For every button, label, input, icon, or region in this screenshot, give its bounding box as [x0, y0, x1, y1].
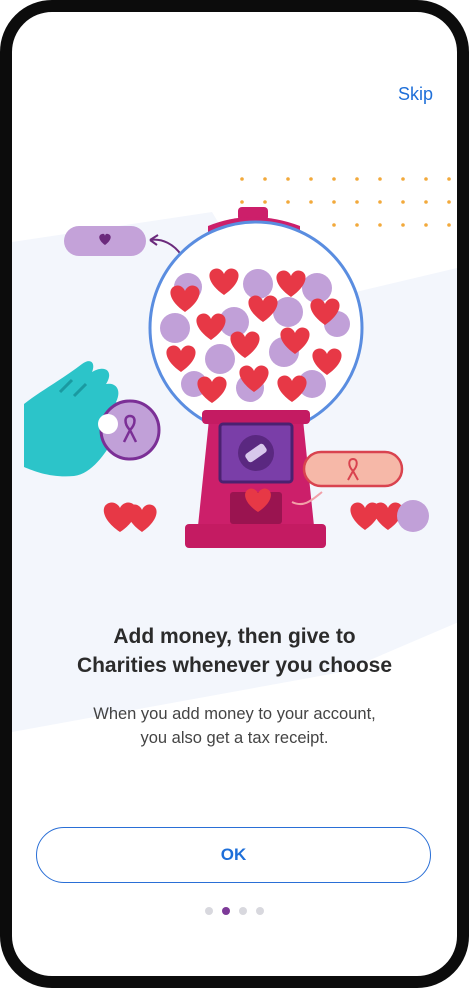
page-dot[interactable]	[256, 907, 264, 915]
heart-tag	[64, 226, 146, 256]
ok-button[interactable]: OK	[36, 827, 431, 883]
page-dot[interactable]	[239, 907, 247, 915]
title-line-1: Add money, then give to	[113, 625, 356, 648]
gumball-machine-illustration	[24, 177, 451, 548]
subtitle-line-1: When you add money to your account,	[93, 705, 376, 723]
ribbon-tag	[302, 450, 404, 488]
arrow-curve	[149, 238, 183, 257]
loose-gumball	[397, 500, 429, 532]
title-line-2: Charities whenever you choose	[76, 654, 393, 677]
subtitle-line-2: you also get a tax receipt.	[140, 729, 329, 747]
page-dot[interactable]	[205, 907, 213, 915]
machine-body	[185, 410, 326, 548]
page-indicator	[12, 907, 457, 915]
onboarding-subtitle: When you add money to your account, you …	[12, 702, 457, 750]
hand-with-coin	[24, 361, 161, 477]
skip-button[interactable]: Skip	[398, 84, 433, 105]
onboarding-screen: Skip Add money, then give to Charities w…	[12, 12, 457, 976]
onboarding-title: Add money, then give to Charities whenev…	[12, 622, 457, 680]
page-dot-active[interactable]	[222, 907, 230, 915]
phone-frame: Skip Add money, then give to Charities w…	[0, 0, 469, 988]
